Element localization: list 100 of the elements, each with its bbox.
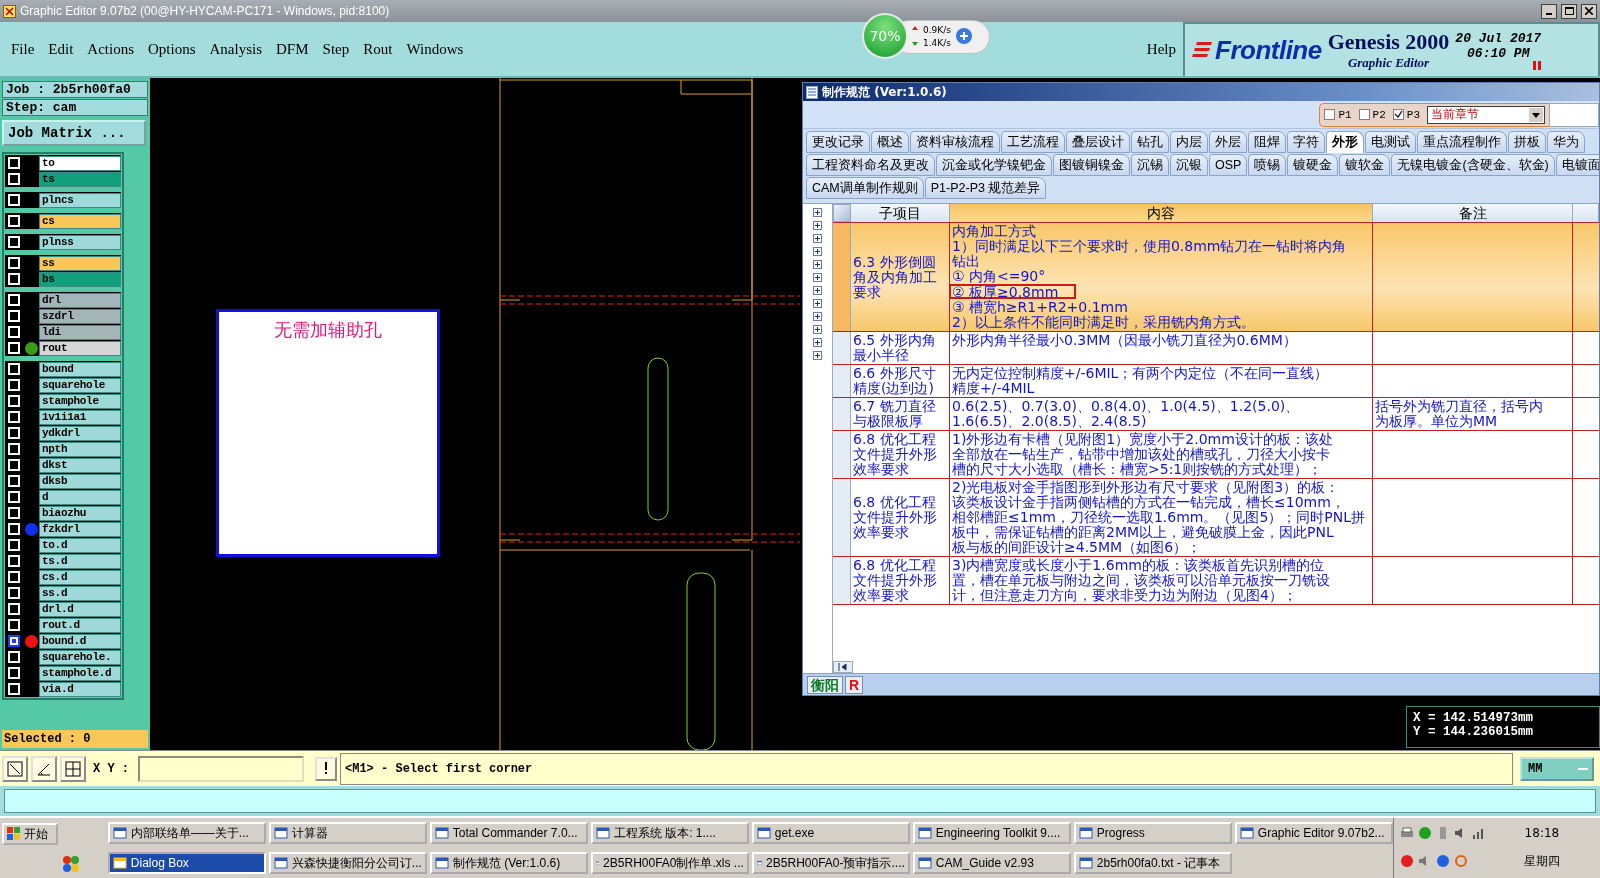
menu-item[interactable]: DFM [269, 38, 316, 60]
taskbar-item[interactable]: Progress [1073, 822, 1232, 844]
taskbar-item[interactable]: 制作规范 (Ver:1.0.6) [429, 852, 588, 874]
job-matrix-button[interactable]: Job Matrix ... [2, 120, 146, 146]
layer-name[interactable]: drl.d [39, 601, 121, 617]
measure-button[interactable] [31, 755, 57, 782]
layer-name[interactable]: 1v1i1a1 [39, 409, 121, 425]
layer-name[interactable]: cs.d [39, 569, 121, 585]
layer-name[interactable]: to [39, 155, 121, 171]
filter-checkbox[interactable] [1324, 109, 1336, 120]
layer-name[interactable]: ydkdrl [39, 425, 121, 441]
start-button[interactable]: 开始 [2, 823, 58, 845]
chapter-tab[interactable]: 外形 [1326, 131, 1364, 153]
layer-checkbox[interactable] [8, 635, 20, 647]
layer-name[interactable]: ss [39, 255, 121, 271]
region-tab[interactable]: 衡阳 [807, 675, 843, 694]
chapter-tab[interactable]: 无镍电镀金(含硬金、软金) [1391, 154, 1555, 176]
taskbar-item[interactable]: Engineering Toolkit 9.... [912, 822, 1071, 844]
expand-icon[interactable] [813, 221, 822, 230]
chapter-tab[interactable]: 重点流程制作 [1417, 131, 1507, 153]
layer-name[interactable]: stamphole [39, 393, 121, 409]
menu-item[interactable]: Rout [356, 38, 400, 60]
taskbar-item[interactable]: 内部联络单——关于... [107, 822, 266, 844]
close-button[interactable] [1581, 3, 1597, 19]
menu-item[interactable]: Analysis [202, 38, 270, 60]
layer-name[interactable]: to.d [39, 537, 121, 553]
layer-name[interactable]: stamphole.d [39, 665, 121, 681]
layer-name[interactable]: squarehole. [39, 649, 121, 665]
filter-checkbox[interactable] [1392, 109, 1404, 120]
search-field[interactable] [1549, 102, 1599, 127]
expand-icon[interactable] [813, 312, 822, 321]
expand-icon[interactable] [813, 208, 822, 217]
table-row[interactable]: 6.5 外形内角 最小半径 外形内角半径最小0.3MM（因最小铣刀直径为0.6MM） [833, 332, 1599, 365]
chapter-tab[interactable]: OSP [1209, 154, 1248, 176]
chapter-tab[interactable]: 概述 [871, 131, 909, 153]
xy-input[interactable] [138, 755, 304, 782]
layer-name[interactable]: squarehole [39, 377, 121, 393]
chapter-tab[interactable]: 阻焊 [1248, 131, 1286, 153]
expand-icon[interactable] [813, 260, 822, 269]
chapter-tab[interactable]: 内层 [1170, 131, 1208, 153]
layer-name[interactable]: drl [39, 292, 121, 308]
filter-checkbox[interactable] [1358, 109, 1370, 120]
table-row[interactable]: 6.7 铣刀直径 与极限板厚 0.6(2.5)、0.7(3.0)、0.8(4.0)、1.0(4.5)、1.2(5.0)、 1.6(6.5)、2.0(8.5)、2.4(8.5) 括号外为铣刀直径，括号内 为板厚。单位为MM [833, 398, 1599, 431]
alert-button[interactable] [315, 756, 337, 781]
layer-name[interactable]: ss.d [39, 585, 121, 601]
chapter-tab[interactable]: 沉锡 [1131, 154, 1169, 176]
table-row[interactable]: 6.6 外形尺寸 精度(边到边) 无内定位控制精度+/-6MIL；有两个内定位（不在同一直线） 精度+/-4MIL [833, 365, 1599, 398]
layer-name[interactable]: d [39, 489, 121, 505]
taskbar-item[interactable]: 2b5rh00fa0.txt - 记事本 [1073, 852, 1232, 874]
taskbar-item[interactable]: Total Commander 7.0... [429, 822, 588, 844]
expand-icon[interactable] [813, 325, 822, 334]
layer-name[interactable]: ts.d [39, 553, 121, 569]
menu-item[interactable]: Windows [399, 38, 471, 60]
layer-name[interactable]: rout [39, 340, 121, 356]
taskbar-item[interactable]: 计算器 [268, 822, 427, 844]
expand-icon[interactable] [813, 273, 822, 282]
menu-item[interactable]: Options [141, 38, 203, 60]
chapter-tab[interactable]: 镀硬金 [1287, 154, 1339, 176]
layer-name[interactable]: bound.d [39, 633, 121, 649]
layer-name[interactable]: ldi [39, 324, 121, 340]
chapter-tab[interactable]: 沉金或化学镍钯金 [936, 154, 1052, 176]
chapter-tab[interactable]: 更改记录 [806, 131, 870, 153]
layer-name[interactable]: dkst [39, 457, 121, 473]
zoom-area-button[interactable] [2, 755, 28, 782]
taskbar-item[interactable]: 工程系统 版本: 1.... [590, 822, 749, 844]
table-row[interactable]: 6.8 优化工程 文件提升外形 效率要求 3)内槽宽度或长度小于1.6mm的板：该类板首先识别槽的位 置，槽在单元板与附边之间，该类板可以沿单元板按一刀铣设 计，但注意走刀方向，要求非受力边为附边（见图4）； [833, 557, 1599, 605]
region-tab[interactable]: R [845, 675, 864, 694]
chapter-tab[interactable]: 电测试 [1365, 131, 1416, 153]
scroll-left-icon[interactable] [833, 661, 853, 673]
expand-icon[interactable] [813, 234, 822, 243]
table-row[interactable]: 6.3 外形倒圆 角及内角加工 要求 内角加工方式 1）同时满足以下三个要求时，使用0.8mm钻刀在一钻时将内角 钻出 ① 内角<=90° ② 板厚≥0.8mm ③ 槽宽h≥R1+R2+0.1mm 2）以上条件不能同时满足时，采用铣内角方式。 [833, 223, 1599, 332]
maximize-button[interactable] [1561, 3, 1577, 19]
help-menu[interactable]: Help [1139, 38, 1183, 60]
column-header[interactable]: 子项目 [851, 204, 950, 222]
menu-item[interactable]: Actions [80, 38, 141, 60]
layer-name[interactable]: npth [39, 441, 121, 457]
chapter-tab[interactable]: 沉银 [1170, 154, 1208, 176]
expand-icon[interactable] [813, 247, 822, 256]
expand-icon[interactable] [813, 299, 822, 308]
units-select[interactable]: MM [1520, 756, 1594, 781]
taskbar-item[interactable]: CAM_Guide v2.93 [912, 852, 1071, 874]
menu-item[interactable]: Edit [41, 38, 81, 60]
taskbar-item[interactable]: 2B5RH00FA0制作单.xls ... [590, 852, 749, 874]
expand-icon[interactable] [813, 286, 822, 295]
taskbar-item[interactable]: Dialog Box [107, 852, 266, 874]
layer-name[interactable]: fzkdrl [39, 521, 121, 537]
taskbar-item[interactable]: Graphic Editor 9.07b2... [1234, 822, 1393, 844]
chapter-tab[interactable]: 资料审核流程 [910, 131, 1000, 153]
chapter-tab[interactable]: P1-P2-P3 规范差异 [924, 177, 1047, 199]
layer-name[interactable]: dksb [39, 473, 121, 489]
chapter-tab[interactable]: CAM调单制作规则 [806, 177, 924, 199]
layer-name[interactable]: plncs [39, 192, 121, 208]
chapter-tab[interactable]: 工程资料命名及更改 [806, 154, 935, 176]
chapter-tab[interactable]: 图镀铜镍金 [1053, 154, 1130, 176]
chapter-tab[interactable]: 拼板 [1508, 131, 1546, 153]
chapter-tab[interactable]: 工艺流程 [1001, 131, 1065, 153]
taskbar-item[interactable]: 兴森快捷衡阳分公司订... [268, 852, 427, 874]
chapter-tab[interactable]: 叠层设计 [1066, 131, 1130, 153]
plus-icon[interactable] [954, 27, 973, 45]
chapter-tab[interactable]: 镀软金 [1339, 154, 1391, 176]
